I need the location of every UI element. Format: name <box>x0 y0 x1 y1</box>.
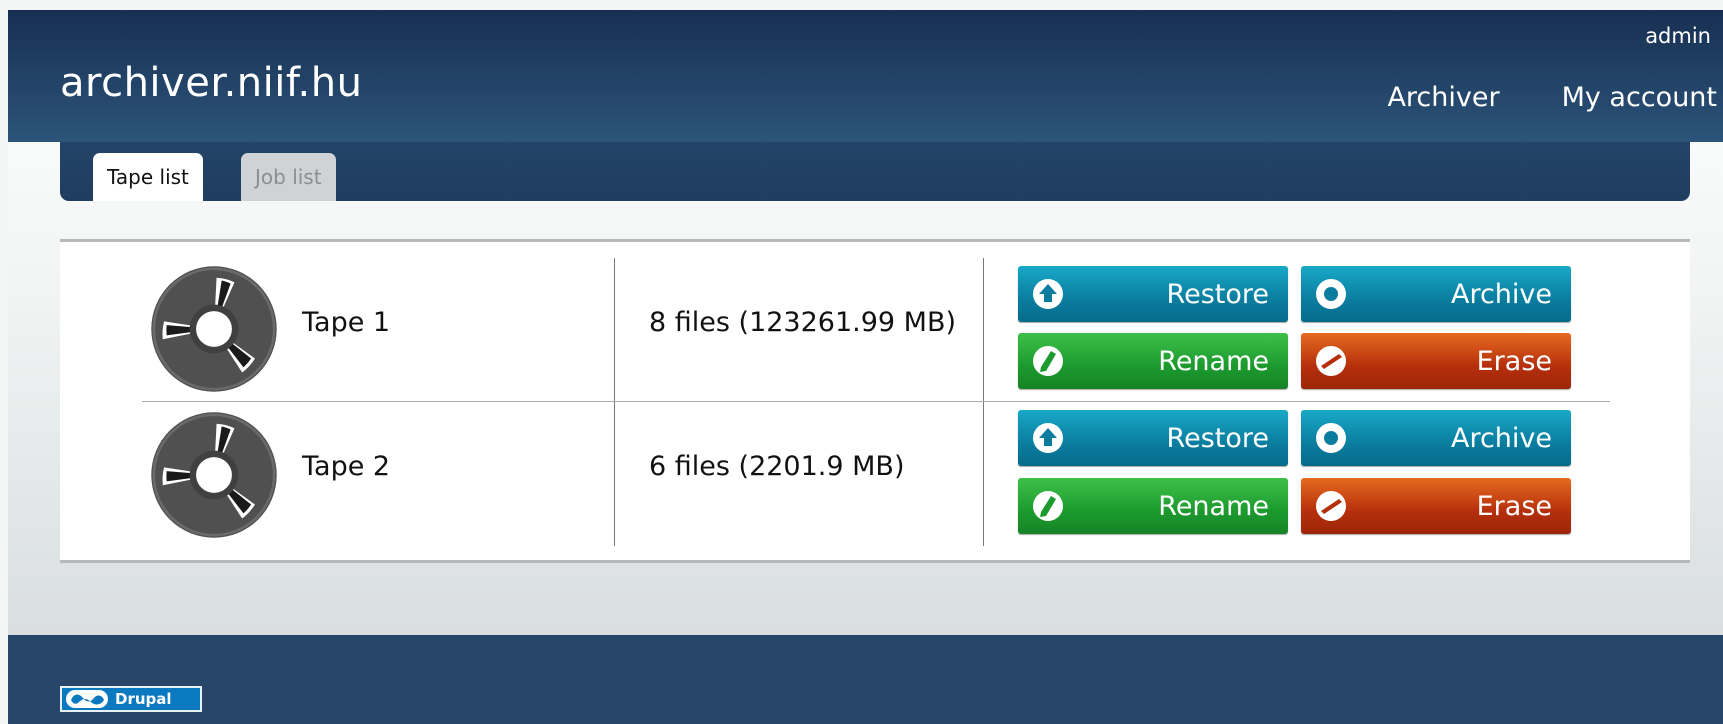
upload-arrow-icon <box>1033 279 1063 309</box>
tab-bar: Tape list Job list <box>60 142 1690 201</box>
site-name[interactable]: archiver.niif.hu <box>60 60 362 106</box>
tape-name: Tape 1 <box>302 307 391 338</box>
tape-file-summary: 6 files (2201.9 MB) <box>649 451 905 482</box>
minus-icon <box>1316 491 1346 521</box>
pencil-icon <box>1033 491 1063 521</box>
tab-tape-list[interactable]: Tape list <box>93 153 203 201</box>
tape-list-panel: Tape 1 8 files (123261.99 MB) Restore Ar… <box>60 239 1690 563</box>
archive-button[interactable]: Archive <box>1301 410 1571 466</box>
tape-reel-icon <box>151 266 277 392</box>
restore-button[interactable]: Restore <box>1018 266 1288 322</box>
tape-row: Tape 1 8 files (123261.99 MB) Restore Ar… <box>142 258 1610 402</box>
user-name-link[interactable]: admin <box>1645 24 1711 48</box>
column-divider <box>614 258 615 402</box>
tab-job-list[interactable]: Job list <box>241 153 336 201</box>
ring-icon <box>1316 423 1346 453</box>
archive-button[interactable]: Archive <box>1301 266 1571 322</box>
tape-reel-icon <box>151 412 277 538</box>
rename-label: Rename <box>1158 345 1269 377</box>
minus-icon <box>1316 346 1346 376</box>
restore-label: Restore <box>1166 278 1269 310</box>
upload-arrow-icon <box>1033 423 1063 453</box>
erase-label: Erase <box>1476 345 1552 377</box>
tape-name: Tape 2 <box>302 451 391 482</box>
restore-button[interactable]: Restore <box>1018 410 1288 466</box>
tape-file-summary: 8 files (123261.99 MB) <box>649 307 957 338</box>
page: archiver.niif.hu admin Archiver My accou… <box>8 10 1723 724</box>
menu-item-my-account[interactable]: My account <box>1562 82 1717 113</box>
drupal-badge-label: Drupal <box>115 690 172 708</box>
rename-button[interactable]: Rename <box>1018 333 1288 389</box>
rename-button[interactable]: Rename <box>1018 478 1288 534</box>
tape-row: Tape 2 6 files (2201.9 MB) Restore Archi… <box>142 402 1610 546</box>
pencil-icon <box>1033 346 1063 376</box>
main-menu: Archiver My account <box>1387 82 1717 113</box>
erase-button[interactable]: Erase <box>1301 478 1571 534</box>
menu-item-archiver[interactable]: Archiver <box>1387 82 1499 113</box>
ring-icon <box>1316 279 1346 309</box>
archive-label: Archive <box>1450 422 1552 454</box>
erase-label: Erase <box>1476 490 1552 522</box>
tape-list: Tape 1 8 files (123261.99 MB) Restore Ar… <box>142 258 1610 546</box>
restore-label: Restore <box>1166 422 1269 454</box>
drupal-badge[interactable]: Drupal <box>60 686 202 712</box>
column-divider <box>614 402 615 546</box>
rename-label: Rename <box>1158 490 1269 522</box>
site-header: archiver.niif.hu admin Archiver My accou… <box>8 10 1723 142</box>
site-footer: Drupal <box>8 635 1723 724</box>
drupal-logo-icon <box>66 690 108 708</box>
column-divider <box>983 258 984 402</box>
column-divider <box>983 402 984 546</box>
archive-label: Archive <box>1450 278 1552 310</box>
erase-button[interactable]: Erase <box>1301 333 1571 389</box>
